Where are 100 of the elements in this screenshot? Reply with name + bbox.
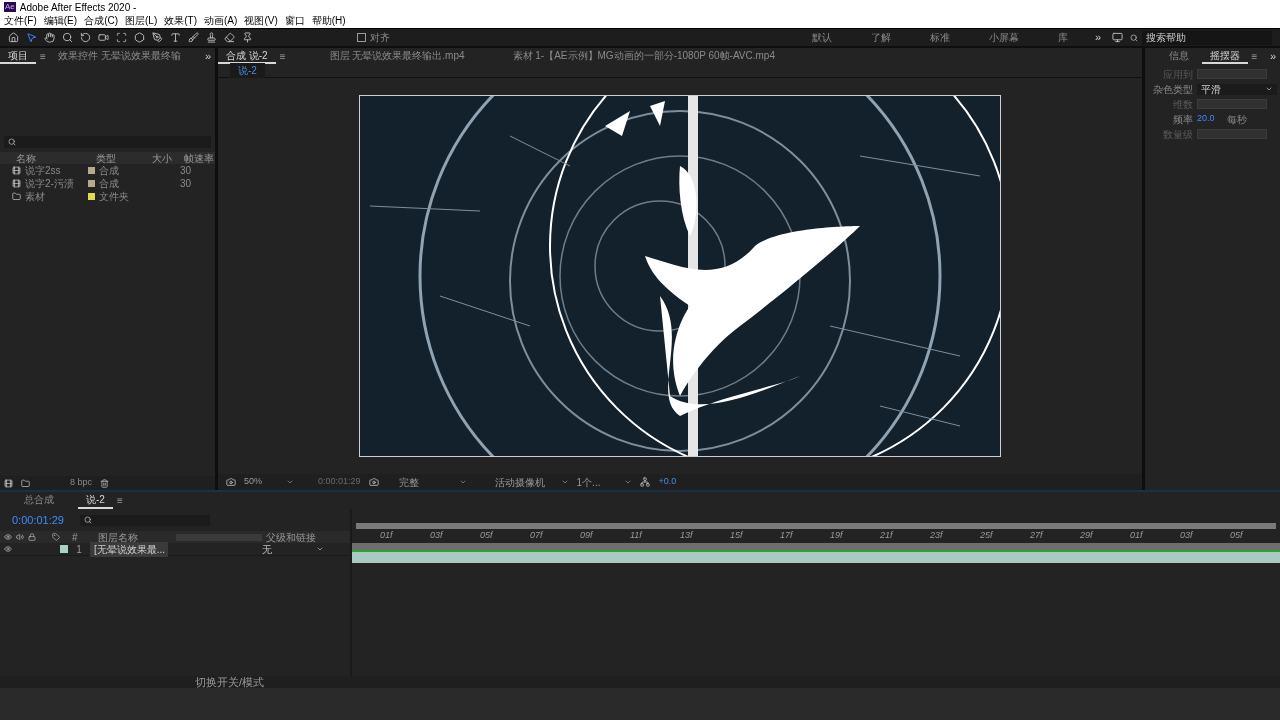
composition-icon	[12, 179, 21, 188]
label-swatch[interactable]	[88, 180, 95, 187]
panel-tab[interactable]: 总合成	[16, 492, 62, 509]
project-search-field[interactable]	[4, 136, 211, 148]
current-time-display[interactable]: 0:00:01:29	[12, 511, 64, 529]
visibility-icon[interactable]	[4, 533, 12, 541]
ruler-label: 03f	[430, 529, 445, 542]
bit-depth-button[interactable]: 8 bpc	[70, 476, 93, 490]
item-type: 文件夹	[99, 190, 129, 204]
current-time-display[interactable]: 0:00:01:29	[318, 475, 361, 489]
panel-tab[interactable]: 摇摆器	[1201, 48, 1248, 64]
panel-tab[interactable]: 图层 无晕说效果最终输出.mp4	[321, 48, 473, 64]
caret-icon	[624, 478, 633, 486]
selection-icon[interactable]	[116, 32, 127, 43]
layer-name[interactable]: [无晕说效果最...	[90, 541, 168, 557]
folder-icon[interactable]	[21, 478, 30, 488]
trash-icon[interactable]	[100, 478, 110, 488]
type-icon[interactable]	[170, 32, 181, 43]
panel-tab[interactable]: 信息	[1161, 48, 1197, 64]
snapshot-icon[interactable]	[226, 477, 236, 487]
zoom-dropdown[interactable]: 50%	[244, 475, 294, 489]
panel-menu-icon[interactable]: ≡	[275, 48, 290, 64]
menu-item[interactable]: 效果(T)	[164, 16, 198, 26]
panel-menu-icon[interactable]: ≡	[112, 493, 127, 508]
shape-icon[interactable]	[134, 32, 145, 43]
menu-item[interactable]: 编辑(E)	[43, 16, 78, 26]
label-swatch[interactable]	[88, 167, 95, 174]
camera-view-dropdown[interactable]: 活动摄像机	[494, 474, 569, 490]
workspace-tab[interactable]: 小屏幕	[972, 30, 1035, 45]
lock-icon[interactable]	[28, 533, 36, 541]
rotate-icon[interactable]	[80, 32, 91, 43]
label-swatch[interactable]	[88, 193, 95, 200]
display-icon[interactable]	[1112, 32, 1123, 43]
eraser-icon[interactable]	[224, 32, 235, 43]
ruler-label: 19f	[830, 529, 845, 542]
item-type: 合成	[99, 177, 119, 191]
column-header: #	[72, 530, 79, 545]
field-label: 杂色类型	[1152, 82, 1193, 97]
ruler-label: 11f	[630, 529, 644, 542]
workspace-tab[interactable]: 了解	[854, 30, 907, 45]
unit-label: 每秒	[1226, 112, 1247, 127]
camera-icon[interactable]	[98, 32, 109, 43]
panel-menu-icon[interactable]: ≡	[1247, 48, 1262, 64]
panel-tab[interactable]: 项目	[0, 48, 36, 64]
toggle-switches-modes-button[interactable]: 切换开关/模式	[195, 673, 265, 691]
item-name[interactable]: 说字2-污渍	[25, 176, 74, 191]
pin-icon[interactable]	[242, 32, 253, 43]
more-workspaces-button[interactable]: »	[1090, 29, 1105, 46]
exposure-value[interactable]: +0.0	[658, 475, 677, 489]
hand-icon[interactable]	[44, 32, 55, 43]
menu-item[interactable]: 窗口	[284, 16, 305, 26]
noise-type-dropdown[interactable]: 平滑	[1197, 83, 1277, 95]
search-help-field[interactable]: 搜索帮助	[1142, 30, 1272, 45]
menu-item[interactable]: 动画(A)	[204, 16, 238, 26]
audio-icon[interactable]	[16, 533, 24, 541]
pen-icon[interactable]	[152, 32, 163, 43]
layer-color-label[interactable]	[60, 545, 68, 553]
more-panels-button[interactable]: »	[1265, 47, 1280, 65]
more-panels-button[interactable]: »	[200, 47, 215, 65]
stamp-icon[interactable]	[206, 32, 217, 43]
panel-tab[interactable]: 说-2	[78, 492, 113, 509]
menu-item[interactable]: 合成(C)	[84, 16, 118, 26]
views-dropdown[interactable]: 1个...	[576, 474, 633, 490]
menu-item[interactable]: 视图(V)	[244, 16, 278, 26]
workspace-tab[interactable]: 标准	[913, 30, 966, 45]
item-type: 合成	[99, 164, 119, 178]
column-header[interactable]: 名称	[0, 150, 88, 166]
composition-breadcrumb[interactable]: 说-2	[230, 63, 265, 78]
field-label: 频率	[1172, 112, 1193, 127]
item-name[interactable]: 素材	[25, 189, 45, 204]
zoom-icon[interactable]	[62, 32, 73, 43]
composition-icon	[12, 166, 21, 175]
menu-item[interactable]: 文件(F)	[4, 16, 37, 26]
item-name[interactable]: 说字2ss	[25, 163, 61, 178]
search-icon	[8, 138, 16, 146]
label-icon[interactable]	[52, 533, 60, 541]
column-header[interactable]: 大小	[148, 150, 180, 166]
panel-tab[interactable]: 效果控件 无晕说效果最终输	[49, 48, 189, 64]
pointer-icon[interactable]	[26, 32, 37, 43]
flowchart-icon[interactable]	[640, 477, 651, 487]
workspace-tab[interactable]: 库	[1041, 30, 1084, 45]
camera-icon[interactable]	[368, 477, 379, 487]
layer-search-field[interactable]	[80, 514, 210, 526]
caret-icon	[316, 545, 324, 553]
menu-item[interactable]: 帮助(H)	[311, 16, 346, 26]
menu-item[interactable]: 图层(L)	[125, 16, 158, 26]
column-header[interactable]: 帧速率	[180, 150, 214, 166]
home-icon[interactable]	[8, 32, 19, 43]
ruler-label: 05f	[1230, 529, 1245, 542]
visibility-toggle[interactable]	[4, 545, 14, 553]
snap-checkbox[interactable]	[357, 33, 366, 42]
brush-icon[interactable]	[188, 32, 199, 43]
workspace-tab[interactable]: 默认	[795, 30, 848, 45]
ruler-label: 01f	[380, 529, 395, 542]
frequency-value[interactable]: 20.0	[1197, 112, 1215, 126]
column-header[interactable]: 类型	[88, 150, 148, 166]
panel-menu-icon[interactable]: ≡	[36, 48, 50, 64]
app-logo: Ae	[4, 2, 16, 12]
film-icon[interactable]	[4, 478, 13, 488]
resolution-dropdown[interactable]: 完整	[398, 474, 467, 490]
